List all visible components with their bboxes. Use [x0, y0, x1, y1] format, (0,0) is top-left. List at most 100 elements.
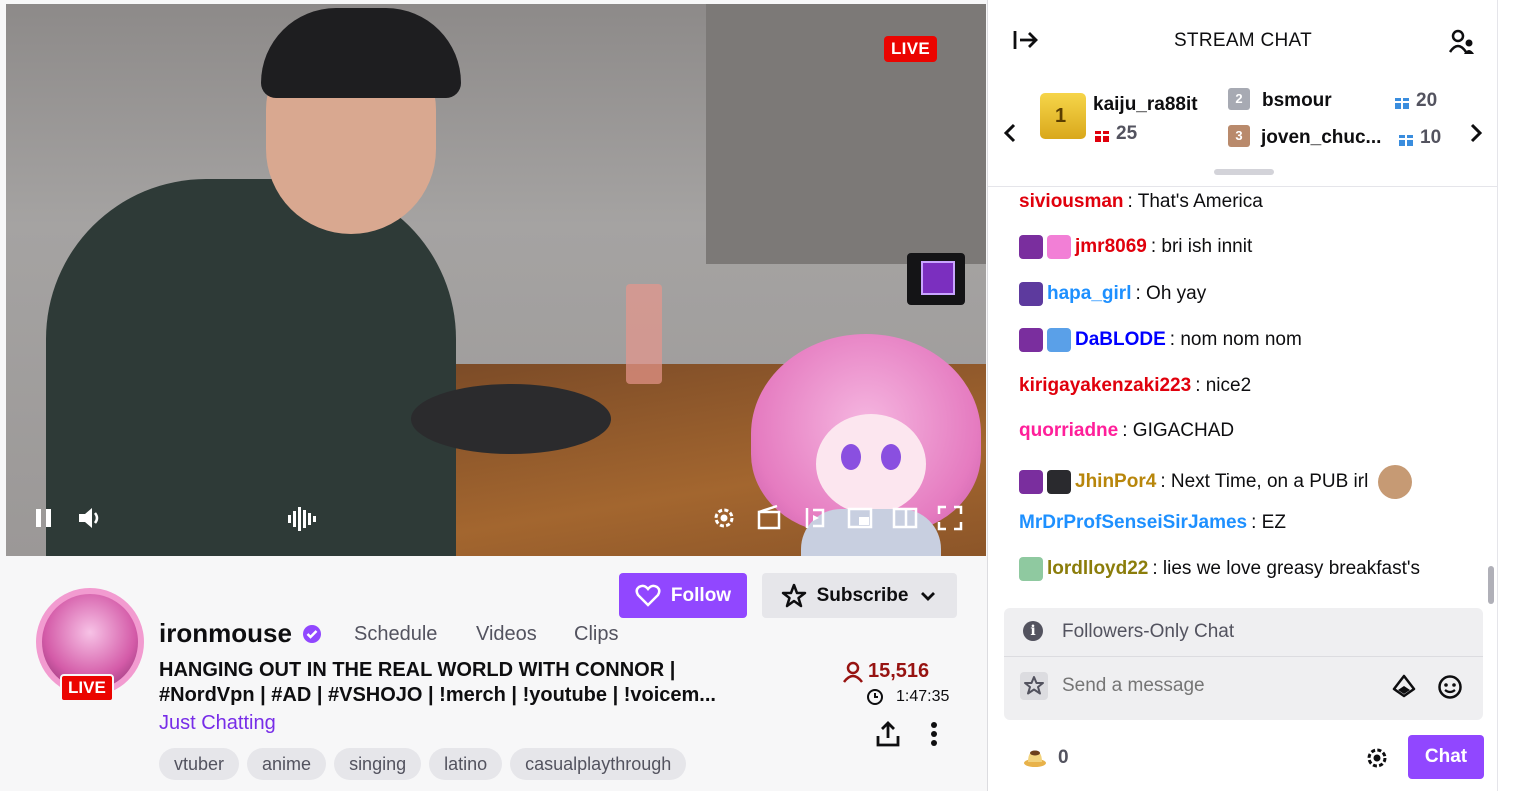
chat-text: : nom nom nom [1169, 329, 1302, 350]
chat-message: DaBLODE: nom nom nom [1019, 328, 1302, 352]
stream-title: HANGING OUT IN THE REAL WORLD WITH CONNO… [159, 658, 769, 708]
stream-title-line2: #NordVpn | #AD | #VSHOJO | !merch | !you… [159, 684, 716, 706]
video-player[interactable]: LIVE [6, 4, 986, 556]
settings-icon[interactable] [710, 504, 738, 532]
tag[interactable]: vtuber [159, 748, 240, 780]
leaderboard-third-value: 10 [1420, 127, 1442, 148]
gear-icon[interactable] [1364, 745, 1390, 776]
chat-username[interactable]: jmr8069 [1075, 236, 1147, 258]
emote-icon[interactable] [1437, 674, 1463, 705]
subscriber-badge-icon [1019, 328, 1043, 352]
channel-points[interactable]: 0 [1022, 747, 1069, 769]
gift-badge-icon [1047, 328, 1071, 352]
chat-input-box: i Followers-Only Chat [1004, 608, 1483, 720]
fullscreen-icon[interactable] [936, 504, 964, 532]
gift-leaderboard: 1 kaiju_ra88it 25 2 bsmour 3 joven_chuc.… [988, 80, 1498, 187]
leaderboard-second-value: 20 [1416, 90, 1438, 111]
tag[interactable]: latino [429, 748, 503, 780]
leaderboard-second-count: 20 [1394, 90, 1437, 112]
videos-link[interactable]: Videos [476, 623, 537, 646]
chat-text: : nice2 [1195, 375, 1252, 396]
audio-only-icon[interactable] [286, 506, 320, 532]
video-background-panel [706, 4, 986, 264]
info-icon: i [1023, 621, 1043, 641]
leaderboard-pager[interactable] [1214, 169, 1274, 175]
chat-input[interactable] [1060, 674, 1394, 698]
channel-name[interactable]: ironmouse [159, 618, 292, 649]
chevron-down-icon [921, 591, 936, 601]
leaderboard-third-name[interactable]: joven_chuc... [1261, 127, 1381, 149]
chat-message: siviousman: That's America [1019, 191, 1263, 213]
chat-text: : lies we love greasy breakfast's [1152, 558, 1420, 579]
chat-username[interactable]: lordlloyd22 [1047, 558, 1148, 580]
leaderboard-third-count: 10 [1398, 127, 1441, 149]
follow-label: Follow [670, 584, 732, 606]
star-icon [781, 583, 806, 607]
subscribe-label: Subscribe [816, 584, 909, 606]
chat-title: STREAM CHAT [1173, 30, 1313, 51]
clips-link[interactable]: Clips [574, 623, 618, 646]
volume-icon[interactable] [76, 506, 104, 530]
video-person [46, 179, 456, 556]
gift-badge-icon [1047, 235, 1071, 259]
chat-username[interactable]: quorriadne [1019, 420, 1118, 442]
schedule-link[interactable]: Schedule [354, 623, 437, 646]
chat-username[interactable]: DaBLODE [1075, 329, 1166, 351]
share-icon[interactable] [874, 720, 902, 753]
chevron-left-icon[interactable] [1002, 122, 1018, 151]
gift-icon: 2 [1228, 88, 1250, 110]
chat-footer: 0 Chat [988, 735, 1498, 785]
follow-button[interactable]: Follow [619, 573, 747, 618]
stream-title-line1: HANGING OUT IN THE REAL WORLD WITH CONNO… [159, 659, 676, 681]
tag[interactable]: casualplaythrough [510, 748, 687, 780]
uptime-value: 1:47:35 [896, 688, 950, 705]
chat-send-button[interactable]: Chat [1408, 735, 1484, 779]
sidebar-icon[interactable] [891, 504, 919, 532]
chat-username[interactable]: kirigayakenzaki223 [1019, 375, 1191, 397]
chat-text: : GIGACHAD [1122, 420, 1235, 441]
pause-icon[interactable] [33, 507, 55, 529]
subscribe-button[interactable]: Subscribe [762, 573, 957, 618]
bits-icon[interactable] [1392, 674, 1416, 705]
video-plate [411, 384, 611, 454]
chat-message: hapa_girl: Oh yay [1019, 282, 1206, 306]
chat-username[interactable]: JhinPor4 [1075, 471, 1156, 493]
gift-icon [1095, 127, 1109, 142]
chat-scrollbar[interactable] [1488, 566, 1494, 604]
person-icon [843, 661, 863, 683]
more-icon[interactable] [924, 720, 944, 753]
subscriber-badge-icon [1019, 235, 1043, 259]
tag[interactable]: singing [334, 748, 422, 780]
tag[interactable]: anime [247, 748, 327, 780]
followers-only-notice: i Followers-Only Chat [1004, 608, 1483, 657]
verified-icon [302, 624, 322, 644]
stream-overlay-widget[interactable] [907, 253, 965, 305]
clock-icon [867, 689, 883, 705]
viewer-count-value: 15,516 [868, 660, 930, 682]
uptime: 1:47:35 [866, 688, 949, 706]
rewind-icon[interactable] [801, 504, 829, 532]
community-icon[interactable] [1448, 28, 1476, 61]
subscriber-badge-icon [1019, 470, 1043, 494]
main-column: LIVE LIVE ironmouse Schedule Videos Clip… [0, 0, 988, 791]
chevron-right-icon[interactable] [1468, 122, 1484, 151]
emote-icon [1378, 465, 1413, 499]
chat-message: lordlloyd22: lies we love greasy breakfa… [1019, 557, 1420, 581]
turbo-badge-icon [1047, 470, 1071, 494]
chat-text: : bri ish innit [1150, 236, 1253, 257]
theatre-icon[interactable] [846, 504, 874, 532]
chat-message: JhinPor4: Next Time, on a PUB irl [1019, 465, 1413, 499]
chat-username[interactable]: siviousman [1019, 191, 1124, 213]
chat-message: kirigayakenzaki223: nice2 [1019, 375, 1251, 397]
followers-only-label: Followers-Only Chat [1062, 621, 1235, 642]
chat-username[interactable]: MrDrProfSenseiSirJames [1019, 512, 1247, 534]
chat-username[interactable]: hapa_girl [1047, 283, 1131, 305]
star-icon[interactable] [1020, 672, 1048, 700]
clip-icon[interactable] [756, 504, 782, 532]
chat-text: : Next Time, on a PUB irl [1160, 471, 1369, 492]
chat-message-list: siviousman: That's America jmr8069: bri … [988, 186, 1486, 606]
leaderboard-second-name[interactable]: bsmour [1262, 90, 1332, 112]
leaderboard-first-name[interactable]: kaiju_ra88it [1093, 94, 1198, 116]
rank-1-number: 1 [1055, 105, 1067, 127]
category-link[interactable]: Just Chatting [159, 712, 276, 735]
